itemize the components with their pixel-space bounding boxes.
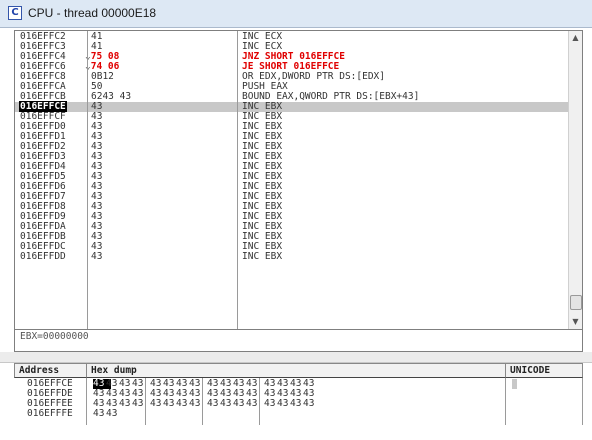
scroll-down-icon[interactable]: ▼ — [569, 315, 582, 329]
instruction-hex: 43 — [91, 161, 103, 172]
instruction-hex: 43 — [91, 151, 103, 162]
instruction-hex: 6243 43 — [91, 91, 132, 102]
hex-dump-column-header[interactable]: Hex dump — [86, 363, 506, 378]
dump-byte[interactable]: 43 — [246, 399, 264, 409]
unicode-cursor — [512, 379, 517, 389]
instruction-hex: 43 — [91, 111, 103, 122]
instruction-command: INC EBX — [242, 241, 283, 252]
hex-dump-pane[interactable]: Address Hex dump UNICODE 016EFFCE 43 43 43 4… — [0, 363, 592, 440]
instruction-hex: 43 — [91, 101, 103, 112]
column-divider — [87, 31, 88, 329]
instruction-hex: 41 — [91, 31, 103, 42]
dump-row[interactable]: 016EFFFE 43 43 — [0, 409, 592, 419]
dump-byte[interactable]: 43 — [189, 399, 207, 409]
instruction-command: INC EBX — [242, 111, 283, 122]
instruction-command: INC EBX — [242, 131, 283, 142]
window-title: CPU - thread 00000E18 — [28, 6, 157, 20]
address-column-header[interactable]: Address — [14, 363, 87, 378]
instruction-hex: 43 — [91, 191, 103, 202]
instruction-hex: 43 — [91, 181, 103, 192]
dump-byte[interactable]: 43 — [106, 409, 124, 419]
instruction-command: INC EBX — [242, 171, 283, 182]
instruction-command: OR EDX,DWORD PTR DS:[EDX] — [242, 71, 385, 82]
pane-splitter[interactable] — [0, 352, 592, 363]
dump-byte[interactable]: 43 — [303, 399, 321, 409]
instruction-hex: 43 — [91, 141, 103, 152]
instruction-command: INC EBX — [242, 141, 283, 152]
dump-row[interactable]: 016EFFEE 43 43 43 43 43 43 43 43 43 43 43 43 43 43 43 43 — [0, 399, 592, 409]
instruction-command: INC EBX — [242, 211, 283, 222]
instruction-command: INC EBX — [242, 151, 283, 162]
instruction-hex: 43 — [91, 211, 103, 222]
instruction-command: INC EBX — [242, 231, 283, 242]
instruction-hex: 43 — [91, 241, 103, 252]
byte-group-divider — [145, 378, 146, 425]
instruction-command: INC EBX — [242, 121, 283, 132]
instruction-command: INC EBX — [242, 221, 283, 232]
instruction-hex: 43 — [91, 131, 103, 142]
byte-group-divider — [202, 378, 203, 425]
instruction-command: BOUND EAX,QWORD PTR DS:[EBX+43] — [242, 91, 420, 102]
vertical-scrollbar[interactable]: ▲ ▼ — [568, 31, 582, 329]
dump-address: 016EFFFE — [27, 408, 73, 419]
unicode-column-header[interactable]: UNICODE — [505, 363, 583, 378]
instruction-hex: 43 — [91, 251, 103, 262]
disassembly-pane[interactable]: 016EFFC2 41 INC ECX 016EFFC3 41 INC ECX 016EFF… — [14, 30, 583, 330]
dump-byte[interactable]: 43 — [132, 399, 150, 409]
column-divider — [237, 31, 238, 329]
instruction-hex: 43 — [91, 171, 103, 182]
instruction-command: INC EBX — [242, 191, 283, 202]
info-pane: EBX=00000000 — [14, 330, 583, 352]
instruction-command: INC EBX — [242, 251, 283, 262]
instruction-command: INC ECX — [242, 31, 283, 42]
instruction-hex: 43 — [91, 201, 103, 212]
instruction-command: INC EBX — [242, 201, 283, 212]
byte-group-divider — [259, 378, 260, 425]
instruction-hex: 43 — [91, 121, 103, 132]
instruction-hex: 0B12 — [91, 71, 114, 82]
instruction-hex: 43 — [91, 231, 103, 242]
instruction-hex: 43 — [91, 221, 103, 232]
scroll-up-icon[interactable]: ▲ — [569, 31, 582, 45]
instruction-address: 016EFFDD — [20, 251, 66, 262]
title-bar[interactable]: C CPU - thread 00000E18 — [0, 0, 592, 28]
cpu-app-icon: C — [8, 6, 22, 20]
register-info: EBX=00000000 — [20, 331, 89, 342]
instruction-command: INC EBX — [242, 181, 283, 192]
instruction-command: INC EBX — [242, 101, 283, 112]
instruction-command: INC EBX — [242, 161, 283, 172]
cpu-window: C CPU - thread 00000E18 016EFFC2 41 INC EC… — [0, 0, 592, 440]
scroll-thumb[interactable] — [570, 295, 582, 310]
disasm-row[interactable]: 016EFFDD 43 INC EBX — [15, 252, 570, 262]
